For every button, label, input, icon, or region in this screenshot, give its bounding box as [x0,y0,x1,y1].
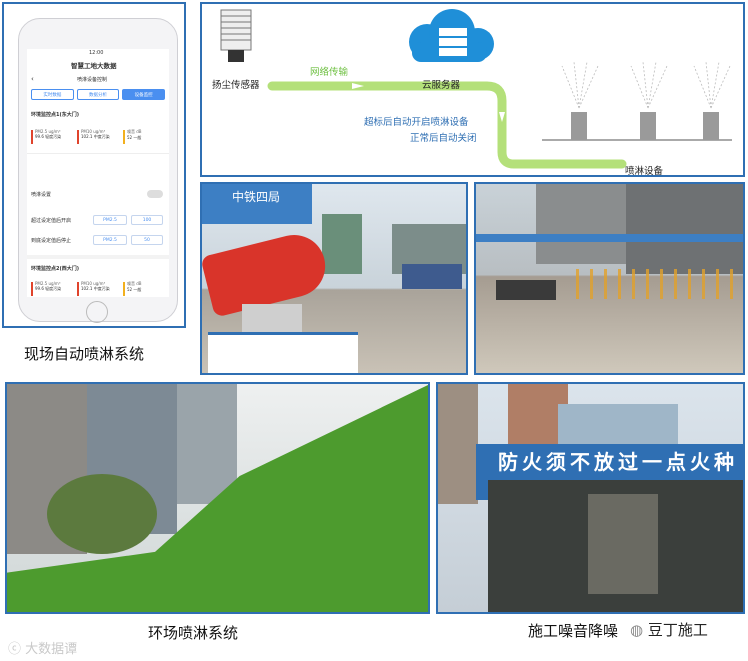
sprinkler-label: 喷淋设备 [625,166,664,177]
tent-banner-text: 防火须不放过一点火种 [498,450,738,474]
cloud-server-icon [409,9,494,62]
reading-pm10-2: PM10 ug/m³ 102.1 中度污染 [77,281,119,297]
green-wall-photo [5,382,430,614]
tab-device-monitor[interactable]: 设备监控 [122,89,166,100]
reading-noise-2: 噪音 dB 52 一般 [123,281,165,297]
fog-cannon-photo: 中铁四局 [200,182,468,375]
tab-analysis[interactable]: 数据分析 [76,89,120,100]
diagram-graphic [220,9,732,169]
status-time: 12:00 [89,50,104,56]
phone-panel: 12:00 智慧工地大数据 ‹ 喷淋设备控制 实时数据 数据分析 设备监控 环境… [2,2,186,328]
app-title: 智慧工地大数据 [71,62,117,70]
spray-setting-label: 喷淋设置 [31,192,52,198]
readings-row-2: PM2.5 ug/m³ 99.6 轻度污染 PM10 ug/m³ 102.1 中度污… [31,281,165,297]
tab-realtime[interactable]: 实时数据 [31,89,74,100]
home-button[interactable] [86,301,108,323]
watermark-right: ◍ 豆丁施工 [630,621,708,639]
reading-noise: 噪音 dB 52 一般 [123,129,165,147]
caption-noise: 施工噪音降噪 [528,622,619,640]
rule-off-value-input[interactable]: 50 [131,235,163,245]
rule-off-param-select[interactable]: PM2.5 [93,235,127,245]
caption-auto-spray: 现场自动喷淋系统 [24,345,145,363]
watermark-left: ⓒ 大数据谭 [8,642,78,657]
rule-on-value-input[interactable]: 100 [131,215,163,225]
rule-on-text: 超标后自动开启喷淋设备 [364,117,469,128]
spray-toggle[interactable] [147,190,163,198]
rule-off-label: 到底设定值后停止 [31,238,72,244]
rule-on-label: 超过设定值后开启 [31,218,72,224]
reading-pm25-2: PM2.5 ug/m³ 99.6 轻度污染 [31,281,73,297]
noise-tent-photo: 防火须不放过一点火种 [436,382,745,614]
system-diagram: 扬尘传感器 网络传输 云服务器 超标后自动开启喷淋设备 正常后自动关闭 喷淋设备 [200,2,745,177]
reading-pm10: PM10 ug/m³ 102.1 中度污染 [77,129,119,147]
page-title: 喷淋设备控制 [77,77,108,83]
phone-screen: 12:00 智慧工地大数据 ‹ 喷淋设备控制 实时数据 数据分析 设备监控 环境… [27,49,169,297]
cannon-sign-text: 中铁四局 [232,190,281,204]
readings-row-1: PM2.5 ug/m³ 99.6 轻度污染 PM10 ug/m³ 102.1 中度污… [31,129,165,147]
caption-ring-spray: 环场喷淋系统 [148,624,239,642]
network-label: 网络传输 [310,67,349,78]
dust-sensor-icon [220,9,252,62]
reading-pm25: PM2.5 ug/m³ 99.6 轻度污染 [31,129,73,147]
phone-device: 12:00 智慧工地大数据 ‹ 喷淋设备控制 实时数据 数据分析 设备监控 环境… [18,18,178,323]
wechat-icon: ◍ [630,621,648,639]
sprinkler-icons [561,61,731,140]
sensor-label: 扬尘传感器 [212,80,260,91]
watermark-logo-icon: ⓒ [8,642,26,657]
server-label: 云服务器 [422,80,461,91]
back-icon[interactable]: ‹ [31,75,34,83]
rule-off-text: 正常后自动关闭 [410,133,477,144]
site-spray-photo [474,182,745,375]
rule-on-param-select[interactable]: PM2.5 [93,215,127,225]
tab-bar: 实时数据 数据分析 设备监控 [31,89,166,100]
section-monitor-2: 环境监控点2(西大门) [31,266,80,272]
section-monitor-1: 环境监控点1(东大门) [31,112,80,118]
